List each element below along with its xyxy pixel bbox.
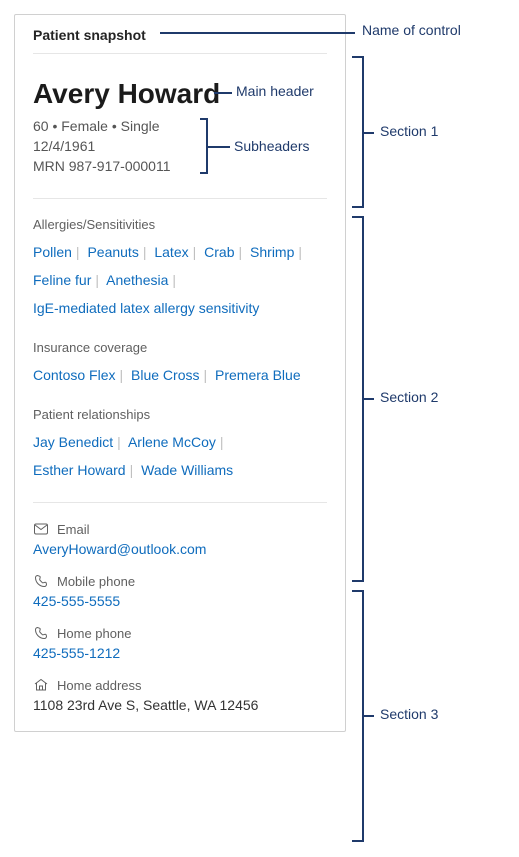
link-item[interactable]: Arlene McCoy xyxy=(128,434,216,450)
email-row: Email AveryHoward@outlook.com xyxy=(33,521,327,557)
anno-section1: Section 1 xyxy=(380,123,438,139)
link-item[interactable]: Feline fur xyxy=(33,272,91,288)
allergies-label: Allergies/Sensitivities xyxy=(33,217,327,232)
phone-icon xyxy=(33,573,49,589)
allergies-list: Pollen| Peanuts| Latex| Crab| Shrimp| Fe… xyxy=(33,238,327,322)
patient-snapshot-card: Patient snapshot Avery Howard 60 • Femal… xyxy=(14,14,346,732)
patient-name: Avery Howard xyxy=(33,78,327,110)
link-item[interactable]: Contoso Flex xyxy=(33,367,115,383)
home-phone-label: Home phone xyxy=(57,626,131,641)
separator: | xyxy=(239,244,243,260)
link-item[interactable]: Shrimp xyxy=(250,244,294,260)
mobile-link[interactable]: 425-555-5555 xyxy=(33,593,120,609)
link-item[interactable]: Esther Howard xyxy=(33,462,126,478)
anno-section2: Section 2 xyxy=(380,389,438,405)
link-item[interactable]: Premera Blue xyxy=(215,367,301,383)
home-phone-row: Home phone 425-555-1212 xyxy=(33,625,327,661)
link-item[interactable]: Crab xyxy=(204,244,234,260)
separator: | xyxy=(130,462,134,478)
patient-mrn: MRN 987-917-000011 xyxy=(33,158,327,174)
link-item[interactable]: Wade Williams xyxy=(141,462,233,478)
link-item[interactable]: Latex xyxy=(154,244,188,260)
relationships-list: Jay Benedict| Arlene McCoy| Esther Howar… xyxy=(33,428,327,484)
insurance-list: Contoso Flex| Blue Cross| Premera Blue xyxy=(33,361,327,389)
anno-section3: Section 3 xyxy=(380,706,438,722)
separator: | xyxy=(220,434,224,450)
link-item[interactable]: Blue Cross xyxy=(131,367,199,383)
email-link[interactable]: AveryHoward@outlook.com xyxy=(33,541,206,557)
patient-demographics: 60 • Female • Single xyxy=(33,118,327,134)
separator: | xyxy=(298,244,302,260)
mobile-row: Mobile phone 425-555-5555 xyxy=(33,573,327,609)
separator: | xyxy=(119,367,123,383)
separator: | xyxy=(117,434,121,450)
separator: | xyxy=(203,367,207,383)
patient-dob: 12/4/1961 xyxy=(33,138,327,154)
home-icon xyxy=(33,677,49,693)
anno-name-of-control: Name of control xyxy=(362,22,461,38)
mail-icon xyxy=(33,521,49,537)
phone-icon xyxy=(33,625,49,641)
separator: | xyxy=(76,244,80,260)
address-value: 1108 23rd Ave S, Seattle, WA 12456 xyxy=(33,697,327,713)
link-item[interactable]: Peanuts xyxy=(87,244,138,260)
section-3: Email AveryHoward@outlook.com Mobile pho… xyxy=(33,503,327,713)
separator: | xyxy=(95,272,99,288)
link-item[interactable]: Anethesia xyxy=(106,272,168,288)
link-item[interactable]: Jay Benedict xyxy=(33,434,113,450)
link-item[interactable]: IgE-mediated latex allergy sensitivity xyxy=(33,300,259,316)
home-phone-link[interactable]: 425-555-1212 xyxy=(33,645,120,661)
control-title: Patient snapshot xyxy=(33,27,327,54)
separator: | xyxy=(143,244,147,260)
address-label: Home address xyxy=(57,678,142,693)
link-item[interactable]: Pollen xyxy=(33,244,72,260)
address-row: Home address 1108 23rd Ave S, Seattle, W… xyxy=(33,677,327,713)
insurance-label: Insurance coverage xyxy=(33,340,327,355)
email-label: Email xyxy=(57,522,90,537)
section-2: Allergies/Sensitivities Pollen| Peanuts|… xyxy=(33,199,327,502)
relationships-label: Patient relationships xyxy=(33,407,327,422)
mobile-label: Mobile phone xyxy=(57,574,135,589)
separator: | xyxy=(193,244,197,260)
separator: | xyxy=(172,272,176,288)
section-1: Avery Howard 60 • Female • Single 12/4/1… xyxy=(33,54,327,198)
